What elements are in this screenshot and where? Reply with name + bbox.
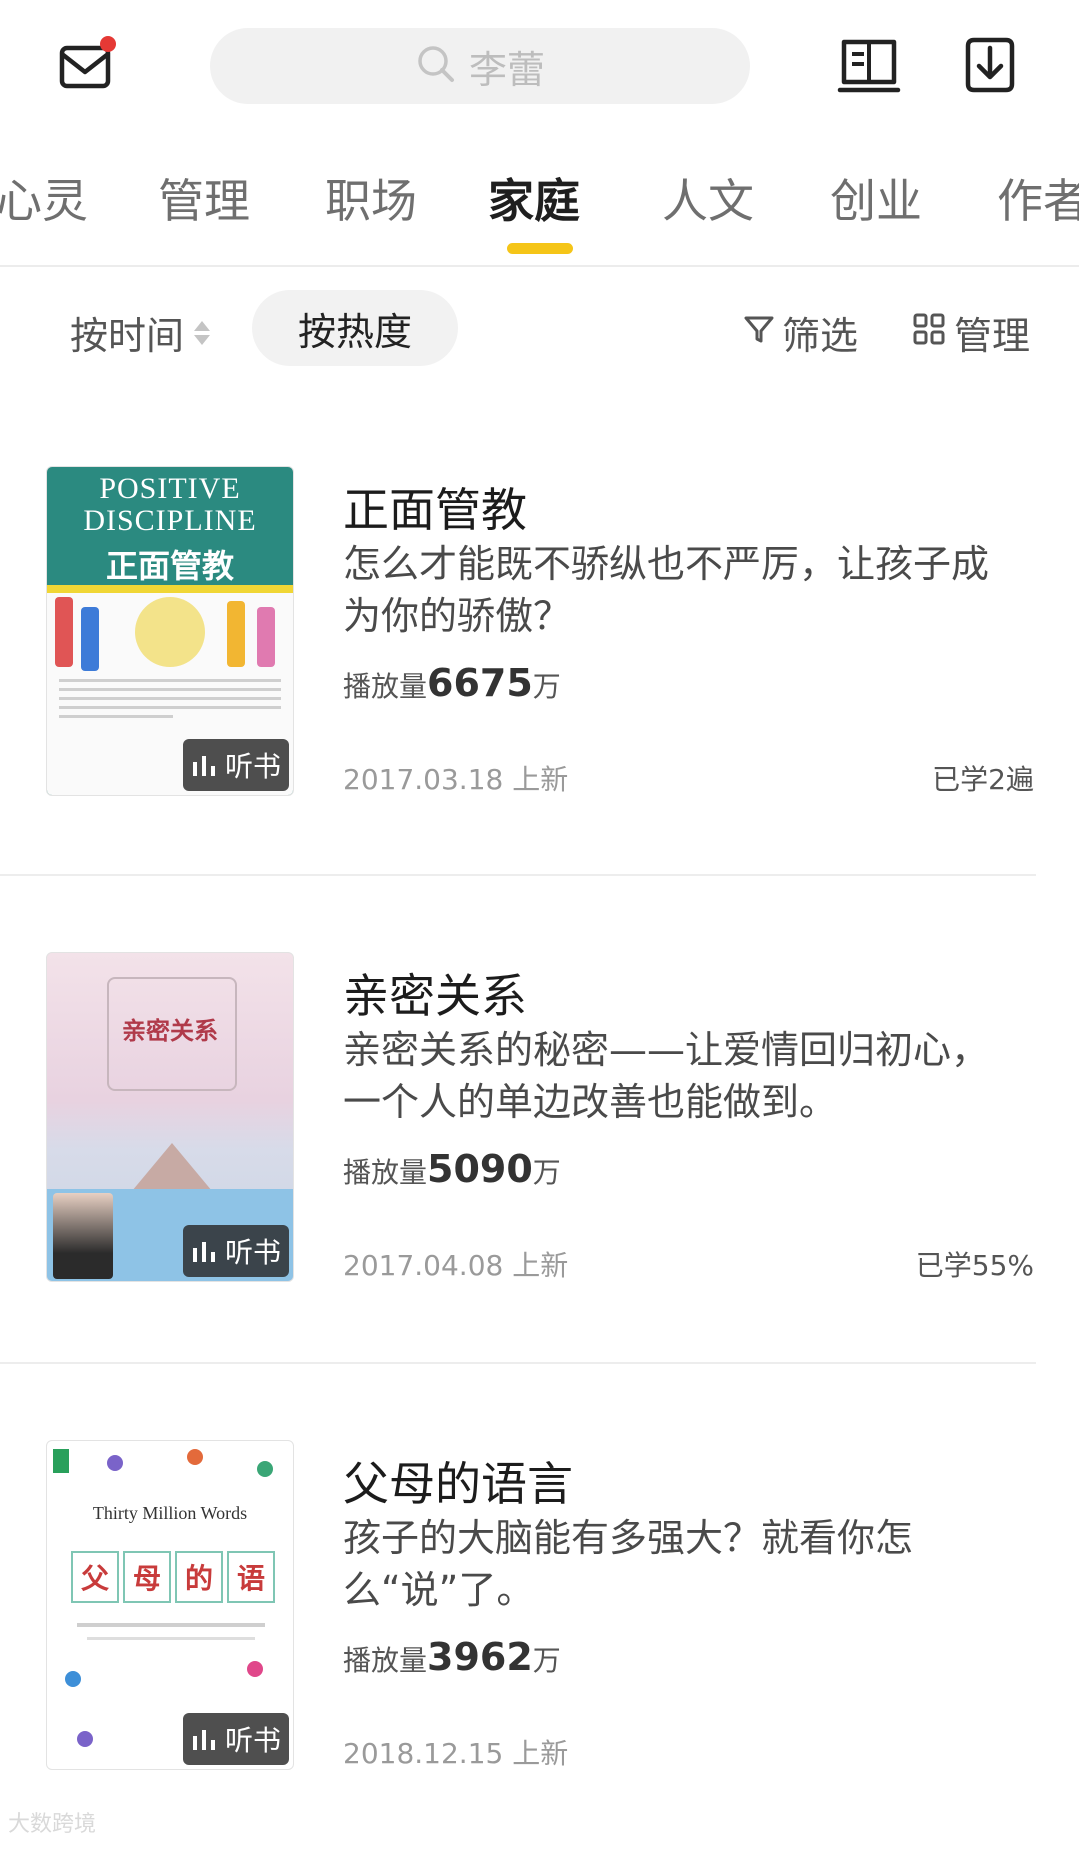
audio-bars-icon <box>192 1242 215 1262</box>
book-cover-image[interactable]: 亲密关系 听书 <box>46 952 294 1282</box>
sort-by-time-label: 按时间 <box>70 314 185 358</box>
release-date: 2017.04.08 上新 <box>343 1249 569 1282</box>
book-description: 怎么才能既不骄纵也不严厉，让孩子成为你的骄傲？ <box>343 542 990 638</box>
book-cover-image[interactable]: POSITIVE DISCIPLINE 正面管教 听书 <box>46 466 294 796</box>
cover-char: 母 <box>123 1551 171 1603</box>
filter-icon <box>742 311 776 355</box>
learn-progress: 已学55% <box>915 1249 1034 1282</box>
cover-char: 的 <box>175 1551 223 1603</box>
cover-title-cn: 正面管教 <box>105 547 234 585</box>
book-title[interactable]: 亲密关系 <box>343 960 527 1026</box>
mail-icon[interactable] <box>52 30 122 100</box>
audio-bars-icon <box>192 756 215 776</box>
book-item[interactable]: Thirty Million Words 父 母 的 语 听书 父母的语言 孩子… <box>0 1440 1079 1860</box>
search-placeholder: 李蕾 <box>468 47 545 92</box>
search-input[interactable]: 李蕾 <box>210 28 750 104</box>
tab-jiating[interactable]: 家庭 <box>488 165 580 231</box>
book-title[interactable]: 父母的语言 <box>343 1448 573 1514</box>
active-tab-indicator <box>507 243 573 254</box>
cover-title-en: Thirty Million Words <box>92 1503 248 1523</box>
manage-label: 管理 <box>954 314 1031 358</box>
release-date: 2017.03.18 上新 <box>343 763 569 796</box>
cover-title-cn: 亲密关系 <box>122 1019 218 1045</box>
release-date: 2018.12.15 上新 <box>343 1737 569 1770</box>
grid-icon <box>912 311 946 355</box>
book-title[interactable]: 正面管教 <box>343 474 527 540</box>
play-count-unit: 万 <box>532 1644 561 1677</box>
tab-zhichang[interactable]: 职场 <box>325 165 417 231</box>
cover-char: 父 <box>71 1551 119 1603</box>
play-count: 播放量3962万 <box>343 1635 561 1679</box>
manage-button[interactable]: 管理 <box>912 305 1030 360</box>
listen-badge[interactable]: 听书 <box>183 739 289 791</box>
search-icon <box>415 43 457 89</box>
tabs-divider <box>0 265 1079 267</box>
learn-progress: 已学2遍 <box>932 763 1034 796</box>
listen-label: 听书 <box>224 750 281 783</box>
list-divider <box>0 874 1036 876</box>
book-cover-image[interactable]: Thirty Million Words 父 母 的 语 听书 <box>46 1440 294 1770</box>
book-item[interactable]: 亲密关系 听书 亲密关系 亲密关系的秘密——让爱情回归初心，一个人的单边改善也能… <box>0 952 1079 1372</box>
filter-label: 筛选 <box>782 314 859 358</box>
sort-by-hot-button[interactable]: 按热度 <box>252 290 458 366</box>
play-count-label: 播放量 <box>343 1156 428 1189</box>
play-count: 播放量5090万 <box>343 1147 561 1191</box>
list-divider <box>0 1362 1036 1364</box>
cover-char: 语 <box>227 1551 275 1603</box>
filter-button[interactable]: 筛选 <box>742 305 858 360</box>
listen-badge[interactable]: 听书 <box>183 1713 289 1765</box>
play-count: 播放量6675万 <box>343 661 561 705</box>
book-description: 亲密关系的秘密——让爱情回归初心，一个人的单边改善也能做到。 <box>343 1028 990 1124</box>
cover-title-chars: 父 母 的 语 <box>71 1551 275 1603</box>
tab-xinling[interactable]: 心灵 <box>0 165 88 231</box>
watermark: 大数跨境 <box>8 1812 97 1837</box>
sort-by-time-button[interactable]: 按时间 <box>70 305 211 360</box>
play-count-unit: 万 <box>532 1156 561 1189</box>
play-count-value: 3962 <box>427 1635 533 1679</box>
play-count-unit: 万 <box>532 670 561 703</box>
download-icon[interactable] <box>956 30 1026 100</box>
audio-bars-icon <box>192 1730 215 1750</box>
tab-chuangye[interactable]: 创业 <box>830 165 922 231</box>
play-count-label: 播放量 <box>343 1644 428 1677</box>
cover-title-line1: POSITIVE <box>99 472 241 505</box>
play-count-label: 播放量 <box>343 670 428 703</box>
listen-label: 听书 <box>224 1236 281 1269</box>
book-description: 孩子的大脑能有多强大？就看你怎么“说”了。 <box>343 1516 914 1612</box>
book-item[interactable]: POSITIVE DISCIPLINE 正面管教 听书 正面管教 怎么才能既不骄纵… <box>0 466 1079 886</box>
author-portrait <box>53 1193 113 1279</box>
top-bar: 李蕾 <box>0 0 1079 130</box>
listen-label: 听书 <box>224 1724 281 1757</box>
bookshelf-icon[interactable] <box>836 30 906 100</box>
cover-title-line2: DISCIPLINE <box>83 504 257 537</box>
play-count-value: 6675 <box>427 661 533 705</box>
tab-renwen[interactable]: 人文 <box>662 165 754 231</box>
sort-by-hot-label: 按热度 <box>297 309 412 354</box>
play-count-value: 5090 <box>427 1147 533 1191</box>
sort-arrows-icon <box>194 320 211 345</box>
tab-zuozhe[interactable]: 作者 <box>997 165 1079 231</box>
tab-guanli[interactable]: 管理 <box>158 165 250 231</box>
listen-badge[interactable]: 听书 <box>183 1225 289 1277</box>
